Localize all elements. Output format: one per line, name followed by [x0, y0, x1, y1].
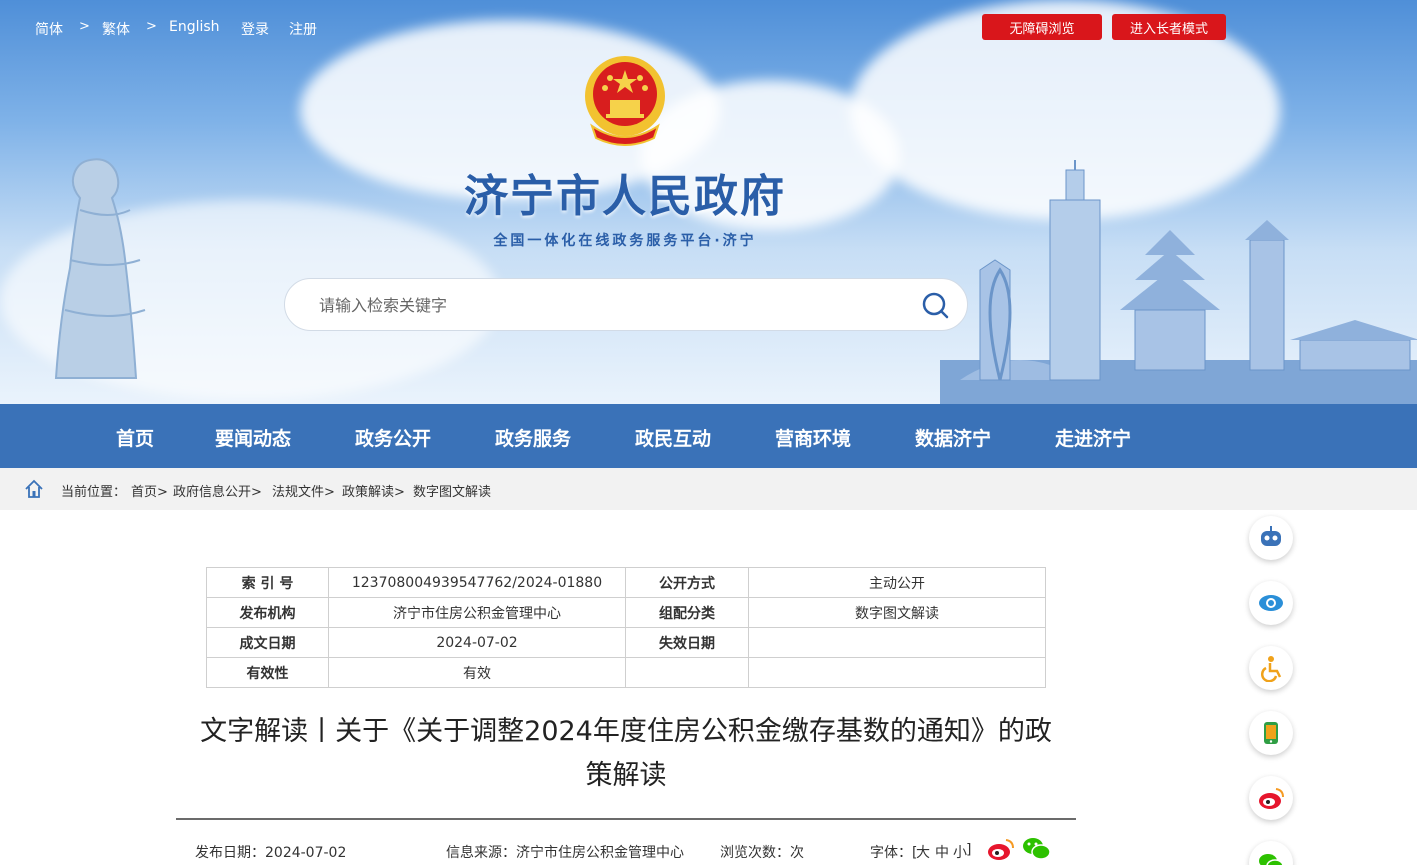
- empty-cell: [748, 657, 1046, 688]
- nav-item-home[interactable]: 首页: [116, 424, 154, 451]
- mobile-app-button[interactable]: [1249, 711, 1293, 755]
- title-divider: [176, 818, 1076, 820]
- expiry-date-label: 失效日期: [625, 627, 749, 658]
- accessibility-button[interactable]: 无障碍浏览: [982, 14, 1102, 40]
- table-row: 成文日期 2024-07-02 失效日期: [206, 627, 1046, 658]
- search-icon[interactable]: [921, 291, 949, 319]
- traditional-chinese-link[interactable]: 繁体: [102, 19, 130, 39]
- robot-assistant-button[interactable]: [1249, 516, 1293, 560]
- table-row: 发布机构 济宁市住房公积金管理中心 组配分类 数字图文解读: [206, 597, 1046, 628]
- breadcrumb-item-current[interactable]: 数字图文解读: [413, 481, 491, 500]
- site-subtitle: 全国一体化在线政务服务平台·济宁: [493, 233, 757, 249]
- written-date-value: 2024-07-02: [328, 627, 626, 658]
- table-row: 有效性 有效: [206, 657, 1046, 688]
- font-size-bracket: ]: [966, 842, 972, 858]
- breadcrumb: 当前位置： 首页> 政府信息公开> 法规文件> 政策解读> 数字图文解读: [0, 468, 1417, 510]
- wechat-float-button[interactable]: [1249, 841, 1293, 865]
- publish-date: 发布日期：2024-07-02: [195, 845, 347, 861]
- font-size-small[interactable]: 小: [953, 842, 967, 862]
- eye-icon: [1259, 595, 1283, 611]
- weibo-float-button[interactable]: [1249, 776, 1293, 820]
- view-button[interactable]: [1249, 581, 1293, 625]
- publisher-label: 发布机构: [206, 597, 329, 628]
- breadcrumb-item-policy[interactable]: 政策解读>: [342, 481, 405, 500]
- expiry-date-value: [748, 627, 1046, 658]
- separator: >: [79, 19, 90, 34]
- nav-item-gov-disclosure[interactable]: 政务公开: [355, 424, 431, 451]
- robot-icon: [1261, 526, 1281, 546]
- national-emblem-icon: [585, 56, 665, 146]
- publisher-value: 济宁市住房公积金管理中心: [328, 597, 626, 628]
- written-date-label: 成文日期: [206, 627, 329, 658]
- wheelchair-icon: [1261, 656, 1282, 682]
- simplified-chinese-link[interactable]: 简体: [35, 19, 63, 39]
- document-info-table: 索 引 号 123708004939547762/2024-01880 公开方式…: [206, 567, 1046, 688]
- breadcrumb-item-home[interactable]: 首页>: [131, 481, 168, 500]
- article-title-line: 策解读: [585, 760, 667, 791]
- home-icon[interactable]: [24, 479, 44, 499]
- breadcrumb-item-regulations[interactable]: 法规文件>: [272, 481, 335, 500]
- nav-item-news[interactable]: 要闻动态: [215, 424, 291, 451]
- weibo-icon: [1259, 788, 1284, 809]
- english-link[interactable]: English: [169, 19, 220, 35]
- category-value: 数字图文解读: [748, 597, 1046, 628]
- login-link[interactable]: 登录: [241, 19, 269, 39]
- info-source: 信息来源：济宁市住房公积金管理中心: [446, 845, 684, 861]
- index-number-value: 123708004939547762/2024-01880: [328, 567, 626, 598]
- font-size-label: 字体：[: [870, 845, 918, 861]
- view-count: 浏览次数：次: [720, 845, 804, 861]
- nav-item-business-env[interactable]: 营商环境: [775, 424, 851, 451]
- register-link[interactable]: 注册: [289, 19, 317, 39]
- separator: >: [146, 19, 157, 34]
- article-title: 文字解读丨关于《关于调整2024年度住房公积金缴存基数的通知》的政 策解读: [176, 710, 1076, 798]
- wechat-share-icon[interactable]: [1022, 836, 1052, 862]
- city-skyline-illustration: [940, 160, 1417, 404]
- breadcrumb-prefix: 当前位置：: [61, 485, 127, 500]
- nav-item-interaction[interactable]: 政民互动: [635, 424, 711, 451]
- validity-label: 有效性: [206, 657, 329, 688]
- search-input[interactable]: [319, 293, 879, 317]
- index-number-label: 索 引 号: [206, 567, 329, 598]
- site-title: 济宁市人民政府: [464, 171, 786, 222]
- nav-item-gov-services[interactable]: 政务服务: [495, 424, 571, 451]
- wechat-icon: [1259, 854, 1284, 865]
- disclosure-method-label: 公开方式: [625, 567, 749, 598]
- nav-item-data-jining[interactable]: 数据济宁: [915, 424, 991, 451]
- font-size-medium[interactable]: 中: [935, 842, 949, 862]
- main-nav: 首页 要闻动态 政务公开 政务服务 政民互动 营商环境 数据济宁 走进济宁: [0, 404, 1417, 468]
- category-label: 组配分类: [625, 597, 749, 628]
- accessibility-float-button[interactable]: [1249, 646, 1293, 690]
- confucius-illustration: [54, 158, 146, 379]
- table-row: 索 引 号 123708004939547762/2024-01880 公开方式…: [206, 567, 1046, 598]
- search-bar: [284, 278, 968, 331]
- header-banner: 简体 > 繁体 > English 登录 注册 无障碍浏览 进入长者模式 济宁市…: [0, 0, 1417, 404]
- font-size-large[interactable]: 大: [916, 842, 930, 862]
- nav-item-about-jining[interactable]: 走进济宁: [1055, 424, 1131, 451]
- breadcrumb-item-gov-info[interactable]: 政府信息公开>: [173, 481, 262, 500]
- article-title-line: 文字解读丨关于《关于调整2024年度住房公积金缴存基数的通知》的政: [200, 716, 1052, 747]
- top-utility-bar: 简体 > 繁体 > English 登录 注册 无障碍浏览 进入长者模式: [0, 0, 1417, 56]
- empty-cell: [625, 657, 749, 688]
- disclosure-method-value: 主动公开: [748, 567, 1046, 598]
- weibo-share-icon[interactable]: [987, 836, 1015, 862]
- mobile-phone-icon: [1264, 722, 1278, 744]
- elder-mode-button[interactable]: 进入长者模式: [1112, 14, 1226, 40]
- validity-value: 有效: [328, 657, 626, 688]
